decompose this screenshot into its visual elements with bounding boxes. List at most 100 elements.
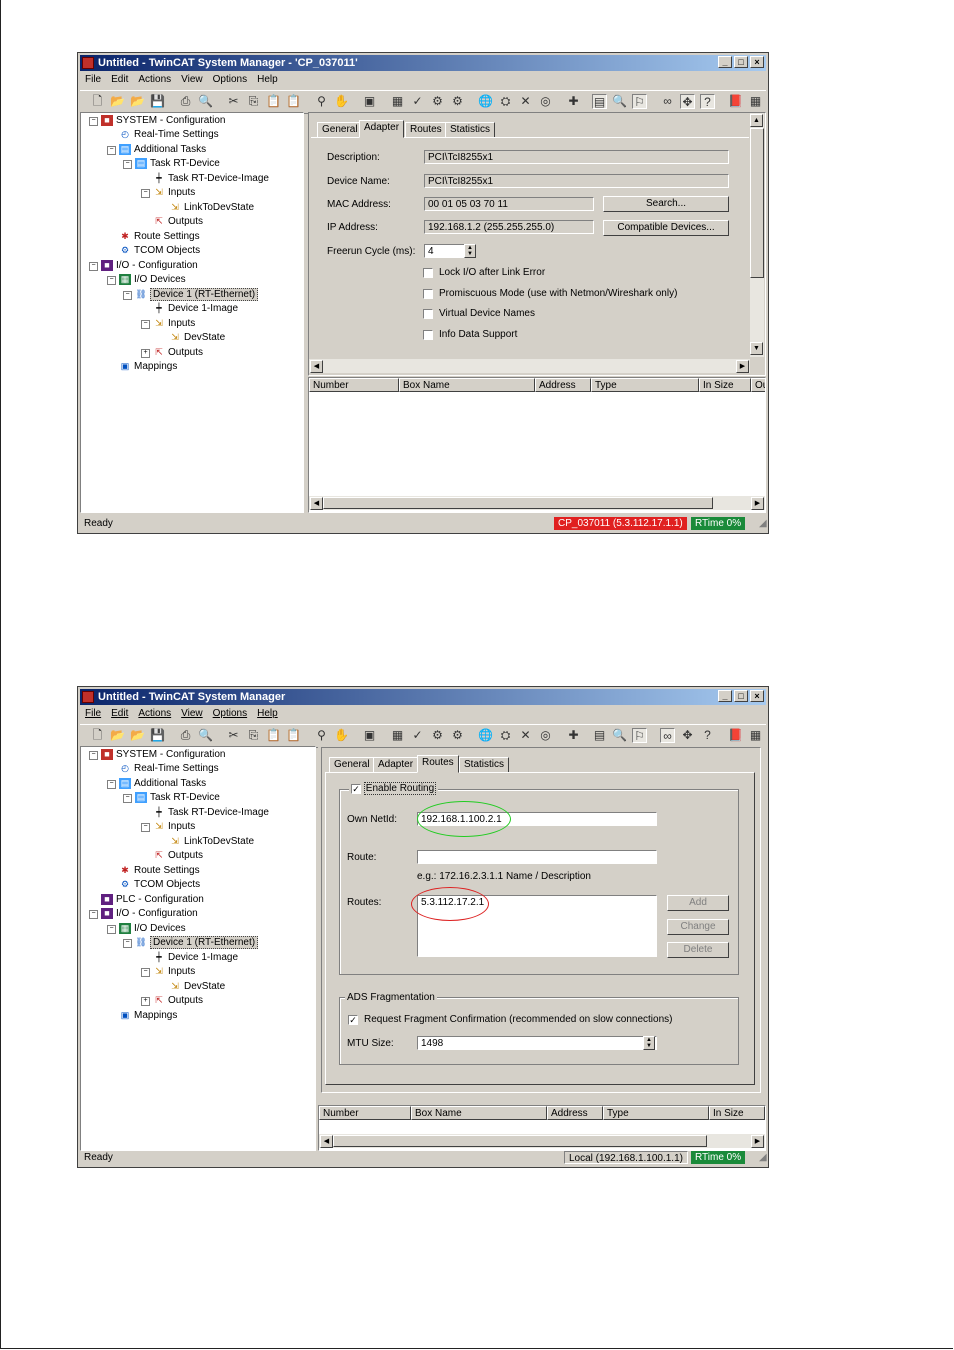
scroll-up-button[interactable]: ▲ [750,114,763,127]
tree-item-device-inputs[interactable]: ⇲ Inputs [153,965,195,978]
force-icon[interactable]: ◎ [538,94,553,109]
print-icon[interactable]: ⎙ [178,728,193,743]
tree-item-task-image[interactable]: ┿ Task RT-Device-Image [153,172,269,185]
scroll-thumb[interactable] [333,1135,707,1147]
tree-item-additional-tasks[interactable]: ▤ Additional Tasks [119,143,206,156]
menu-view[interactable]: View [176,706,208,721]
tree-collapse-toggle[interactable]: − [141,320,150,329]
add-route-button[interactable]: Add [667,895,729,911]
freerun-cycle-input[interactable]: 4 [424,244,466,258]
col-number[interactable]: Number [309,378,399,392]
restart-run-mode-icon[interactable]: ⚙ [450,94,465,109]
menu-actions[interactable]: Actions [133,72,176,87]
rtime-status[interactable]: RTime 0% [691,517,746,530]
tree-item-io-configuration[interactable]: ■ I/O - Configuration [101,907,198,920]
col-address[interactable]: Address [535,378,591,392]
tree-item-device-1[interactable]: ⛓ Device 1 (RT-Ethernet) [135,288,259,301]
scroll-down-button[interactable]: ▼ [750,342,763,355]
horizontal-scrollbar[interactable]: ◀ ▶ [309,359,750,373]
col-out-size[interactable]: Ou [751,378,765,392]
tree-item-devstate[interactable]: ⇲ DevState [169,331,225,344]
tree-item-devstate[interactable]: ⇲ DevState [169,980,225,993]
new-icon[interactable]: 🗋 [90,728,105,743]
list-horizontal-scrollbar[interactable]: ◀ ▶ [319,1134,765,1148]
scroll-right-button[interactable]: ▶ [751,497,764,510]
tab-adapter[interactable]: Adapter [373,757,419,773]
tree-item-realtime[interactable]: ◴ Real-Time Settings [119,128,219,141]
tree-item-device-1[interactable]: ⛓ Device 1 (RT-Ethernet) [135,936,259,949]
tree-collapse-toggle[interactable]: − [89,262,98,271]
show-variables-icon[interactable]: ⚐ [632,728,647,743]
show-online-data-icon[interactable]: ▤ [592,94,607,109]
enable-routing-checkbox[interactable]: ✓ [351,783,361,794]
col-in-size[interactable]: In Size [709,1106,765,1120]
check-configuration-icon[interactable]: ✓ [410,728,425,743]
cut-icon[interactable]: ✂ [226,728,241,743]
tree-collapse-toggle[interactable]: − [141,189,150,198]
insert-device-icon[interactable]: ▣ [362,94,377,109]
info-data-support-checkbox[interactable] [423,330,433,340]
zoom-icon[interactable]: 🔍 [612,94,627,109]
tree-item-tcom-objects[interactable]: ⚙ TCOM Objects [119,244,200,257]
col-type[interactable]: Type [603,1106,709,1120]
tree-item-linktodevstate[interactable]: ⇲ LinkToDevState [169,835,254,848]
scan-devices-icon[interactable]: ⛭ [498,94,513,109]
virtual-device-names-checkbox[interactable] [423,309,433,319]
open-target-icon[interactable]: 📂 [130,94,145,109]
insert-device-icon[interactable]: ▣ [362,728,377,743]
col-address[interactable]: Address [547,1106,603,1120]
tree-collapse-toggle[interactable]: − [123,794,132,803]
tab-routes[interactable]: Routes [417,755,459,773]
tree-collapse-toggle[interactable]: − [89,117,98,126]
col-type[interactable]: Type [591,378,699,392]
maximize-button[interactable]: □ [734,690,748,702]
cut-icon[interactable]: ✂ [226,94,241,109]
list-horizontal-scrollbar[interactable]: ◀ ▶ [309,496,765,510]
tree-expand-toggle[interactable]: + [141,997,150,1006]
minimize-button[interactable]: _ [718,56,732,68]
menu-view[interactable]: View [176,72,208,87]
tree-collapse-toggle[interactable]: − [141,823,150,832]
tab-statistics[interactable]: Statistics [459,757,510,773]
request-fragment-checkbox[interactable]: ✓ [348,1015,358,1025]
rtime-status[interactable]: RTime 0% [691,1151,746,1164]
print-preview-icon[interactable]: 🔍 [198,728,213,743]
route-input[interactable] [417,850,657,864]
tree-collapse-toggle[interactable]: − [123,291,132,300]
tree-item-linktodevstate[interactable]: ⇲ LinkToDevState [169,201,254,214]
search-button[interactable]: Search... [603,196,729,212]
tree-item-task-image[interactable]: ┿ Task RT-Device-Image [153,806,269,819]
lock-io-checkbox[interactable] [423,268,433,278]
context-help-icon[interactable]: ▦ [748,728,763,743]
menu-edit[interactable]: Edit [106,72,133,87]
mtu-size-spinner[interactable]: ▲ ▼ [643,1036,655,1050]
col-in-size[interactable]: In Size [699,378,751,392]
scroll-right-button[interactable]: ▶ [751,1135,764,1148]
menu-options[interactable]: Options [208,72,252,87]
tree-collapse-toggle[interactable]: − [123,939,132,948]
paste-icon[interactable]: 📋 [266,728,281,743]
copy-icon[interactable]: ⎘ [246,94,261,109]
resize-grip-icon[interactable]: ◢ [755,517,771,530]
menu-help[interactable]: Help [252,72,283,87]
maximize-button[interactable]: □ [734,56,748,68]
scan-devices-icon[interactable]: ⛭ [498,728,513,743]
col-number[interactable]: Number [319,1106,411,1120]
open-target-icon[interactable]: 📂 [130,728,145,743]
force-icon[interactable]: ◎ [538,728,553,743]
help-book-icon[interactable]: 📕 [728,94,743,109]
menu-actions[interactable]: Actions [133,706,176,721]
title-bar[interactable]: Untitled - TwinCAT System Manager _ □ × [80,689,766,705]
scroll-thumb[interactable] [323,497,713,509]
menu-file[interactable]: File [80,72,106,87]
paste-with-links-icon[interactable]: 📋 [286,94,301,109]
tree-item-outputs[interactable]: ⇱ Outputs [153,215,203,228]
menu-file[interactable]: File [80,706,106,721]
tree-item-mappings[interactable]: ▣ Mappings [119,360,178,373]
tree-collapse-toggle[interactable]: − [141,968,150,977]
open-icon[interactable]: 📂 [110,94,125,109]
scroll-left-button[interactable]: ◀ [320,1135,333,1148]
show-sub-items-icon[interactable]: ✥ [680,728,695,743]
print-preview-icon[interactable]: 🔍 [198,94,213,109]
tree-item-device-image[interactable]: ┿ Device 1-Image [153,302,238,315]
